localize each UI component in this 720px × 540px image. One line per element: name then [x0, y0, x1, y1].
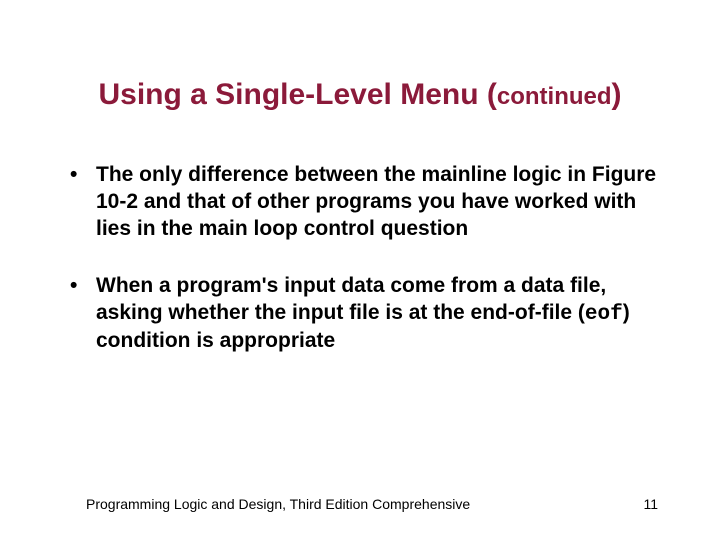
footer-page-number: 11	[643, 496, 658, 512]
bullet-dot-icon: •	[70, 273, 96, 300]
bullet-item: • The only difference between the mainli…	[70, 162, 660, 243]
bullet-prefix: When a program's input data come from a …	[96, 274, 606, 324]
footer-book-title: Programming Logic and Design, Third Edit…	[86, 496, 470, 512]
eof-code: eof	[585, 303, 623, 326]
bullet-dot-icon: •	[70, 162, 96, 189]
title-main: Using a Single-Level Menu	[98, 78, 486, 111]
title-continued: continued	[497, 83, 612, 110]
slide-body: • The only difference between the mainli…	[70, 162, 660, 385]
title-close-paren: )	[612, 78, 622, 111]
slide-title: Using a Single-Level Menu (continued)	[0, 78, 720, 112]
bullet-text: The only difference between the mainline…	[96, 162, 660, 243]
slide-footer: Programming Logic and Design, Third Edit…	[86, 496, 658, 512]
bullet-item: • When a program's input data come from …	[70, 273, 660, 356]
title-open-paren: (	[487, 78, 497, 111]
bullet-text: When a program's input data come from a …	[96, 273, 660, 356]
slide: Using a Single-Level Menu (continued) • …	[0, 0, 720, 540]
